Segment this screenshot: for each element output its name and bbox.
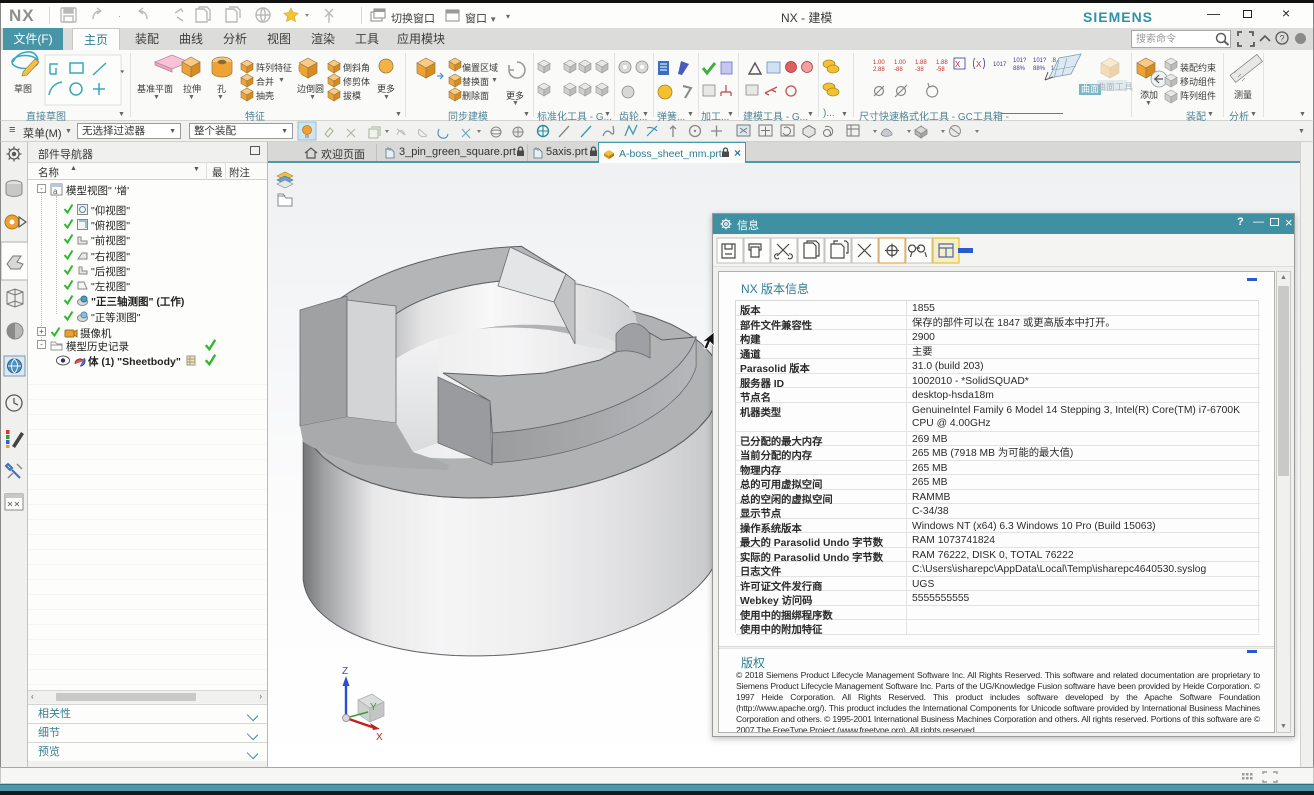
svg-text:-38: -38	[915, 67, 924, 73]
svg-text:101?: 101?	[1033, 58, 1047, 64]
svg-text:?: ?	[1280, 34, 1285, 44]
svg-text:-88: -88	[894, 67, 903, 73]
svg-text:1.00: 1.00	[873, 60, 885, 66]
svg-text:88%: 88%	[1033, 66, 1046, 72]
svg-text:1.88: 1.88	[936, 60, 948, 66]
svg-text:88%: 88%	[1013, 66, 1026, 72]
svg-text:·: ·	[118, 12, 121, 21]
svg-text:1.88: 1.88	[915, 60, 927, 66]
svg-text:-58: -58	[936, 67, 945, 73]
svg-text:2.88: 2.88	[873, 67, 885, 73]
svg-text:a: a	[53, 187, 58, 196]
svg-text:X: X	[376, 732, 383, 743]
svg-text:X: X	[976, 60, 982, 69]
svg-text:X: X	[955, 60, 961, 69]
svg-text:Y: Y	[370, 702, 377, 713]
svg-text:1.00: 1.00	[894, 60, 906, 66]
svg-text:Z: Z	[342, 666, 348, 677]
svg-text:101?: 101?	[1013, 58, 1027, 64]
svg-text:1017: 1017	[993, 62, 1007, 68]
